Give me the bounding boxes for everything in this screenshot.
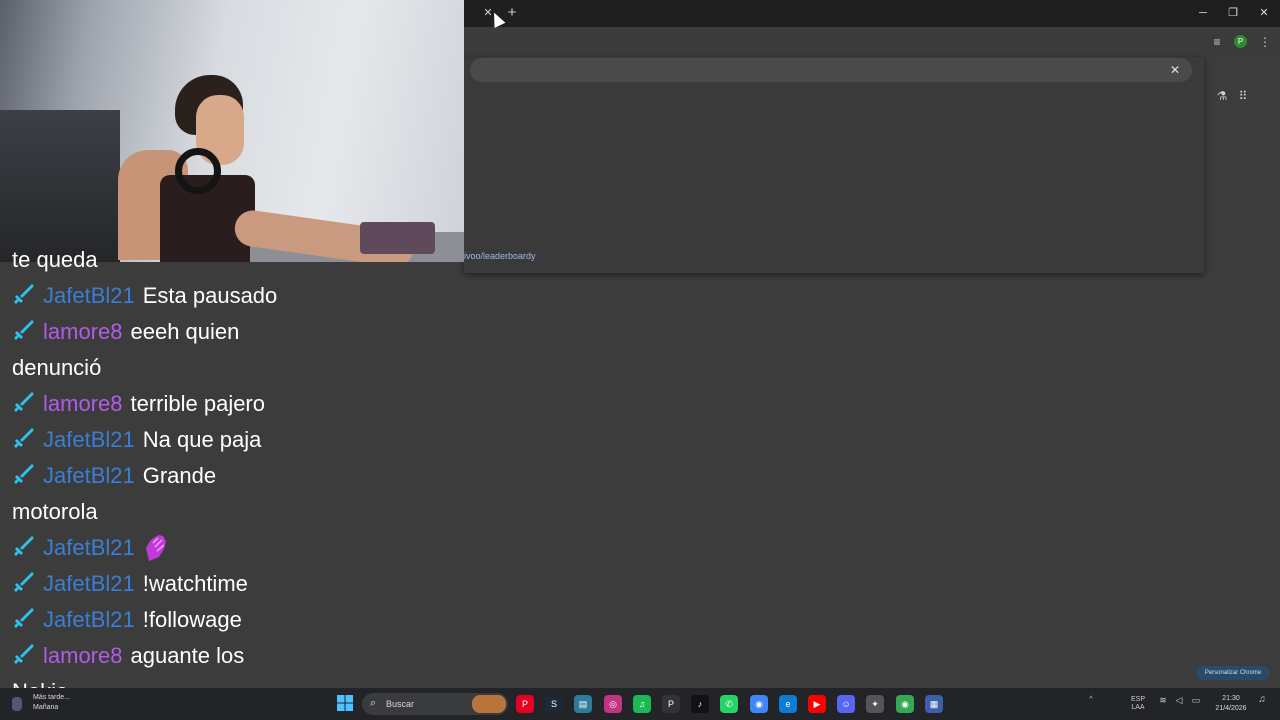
chat-message-text: aguante los xyxy=(130,643,245,668)
whatsapp-icon[interactable]: ✆ xyxy=(720,695,738,713)
battery-icon[interactable]: ▭ xyxy=(1190,696,1202,705)
webcam-keyboard xyxy=(360,222,435,254)
sword-badge-icon xyxy=(14,572,34,592)
chat-username[interactable]: JafetBl21 xyxy=(43,463,135,488)
chat-username[interactable]: JafetBl21 xyxy=(43,535,135,560)
chat-message: JafetBl21 !followage xyxy=(12,602,342,638)
chat-username[interactable]: JafetBl21 xyxy=(43,427,135,452)
suggestion-url[interactable]: ivoo/leaderboardy xyxy=(464,251,536,261)
sword-badge-icon xyxy=(14,320,34,340)
chat-username[interactable]: lamore8 xyxy=(43,391,122,416)
chat-message: JafetBl21 Na que paja xyxy=(12,422,342,458)
chat-message: JafetBl21 xyxy=(12,530,342,566)
apps-grid-icon[interactable]: ⠿ xyxy=(1237,89,1249,103)
tray-overflow-icon[interactable]: ^ xyxy=(1086,696,1096,704)
chat-message-text: terrible pajero xyxy=(130,391,265,416)
search-icon: ⌕ xyxy=(370,697,377,709)
instagram-icon[interactable]: ◎ xyxy=(604,695,622,713)
discord-icon[interactable]: ☺ xyxy=(837,695,855,713)
edge-icon[interactable]: e xyxy=(779,695,797,713)
chat-message-text: !followage xyxy=(142,607,242,632)
volume-icon[interactable]: ◁ xyxy=(1174,696,1184,705)
sword-badge-icon xyxy=(14,644,34,664)
profile-avatar[interactable]: P xyxy=(1234,35,1247,48)
sword-badge-icon xyxy=(14,536,34,556)
spotify-icon[interactable]: ♫ xyxy=(633,695,651,713)
clock-date: 21/4/2026 xyxy=(1215,705,1247,712)
sword-badge-icon xyxy=(14,392,34,412)
pinterest-icon[interactable]: P xyxy=(516,695,534,713)
taskbar-search-placeholder[interactable]: Buscar xyxy=(386,697,414,711)
tiktok-icon[interactable]: ♪ xyxy=(691,695,709,713)
keyboard-layout: LAA xyxy=(1131,704,1145,711)
sword-badge-icon xyxy=(14,608,34,628)
app-icon[interactable]: ▦ xyxy=(925,695,943,713)
customize-chrome-button[interactable]: Personalizar Chrome xyxy=(1196,666,1270,680)
chrome-alt-icon[interactable]: ◉ xyxy=(896,695,914,713)
maximize-button[interactable]: ❐ xyxy=(1223,6,1243,20)
taskbar-clock[interactable]: 21:30 21/4/2026 xyxy=(1208,694,1254,714)
chat-username[interactable]: JafetBl21 xyxy=(43,283,135,308)
chat-message-text: Grande xyxy=(142,463,217,488)
youtube-icon[interactable]: ▶ xyxy=(808,695,826,713)
sword-badge-icon xyxy=(14,464,34,484)
search-highlight-image xyxy=(472,695,506,713)
chat-message: JafetBl21 !watchtime xyxy=(12,566,342,602)
chat-message-continuation: motorola xyxy=(12,494,342,530)
weather-text[interactable]: Más tarde... xyxy=(33,694,70,701)
chat-message: lamore8 terrible pajero xyxy=(12,386,342,422)
chat-username[interactable]: lamore8 xyxy=(43,319,122,344)
menu-kebab-icon[interactable]: ⋮ xyxy=(1259,35,1271,49)
chat-message: JafetBl21 Grande xyxy=(12,458,342,494)
sword-badge-icon xyxy=(14,284,34,304)
address-bar[interactable] xyxy=(470,58,1192,82)
chat-message: JafetBl21 Esta pausado xyxy=(12,278,342,314)
chat-username[interactable]: JafetBl21 xyxy=(43,571,135,596)
chat-message-text: !watchtime xyxy=(142,571,248,596)
chat-message-continuation: Nokia xyxy=(12,674,342,688)
omnibox-dropdown-panel xyxy=(464,57,1204,273)
game-icon[interactable]: ✦ xyxy=(866,695,884,713)
clock-time: 21:30 xyxy=(1222,695,1240,702)
chat-message: lamore8 aguante los xyxy=(12,638,342,674)
labs-flask-icon[interactable]: ⚗ xyxy=(1216,89,1228,103)
files-icon[interactable]: ▤ xyxy=(574,695,592,713)
sword-badge-icon xyxy=(14,428,34,448)
weather-subtext[interactable]: Mañana xyxy=(33,704,58,711)
chat-username[interactable]: JafetBl21 xyxy=(43,607,135,632)
chat-truncated-line: te queda xyxy=(12,242,342,278)
picsart-icon[interactable]: P xyxy=(662,695,680,713)
chat-message-text: eeeh quien xyxy=(130,319,240,344)
chat-message-text: Na que paja xyxy=(142,427,262,452)
media-controls-icon[interactable]: ≡ xyxy=(1210,35,1224,49)
webcam-overlay xyxy=(0,0,464,262)
minimize-button[interactable]: ─ xyxy=(1193,6,1213,20)
language-indicator[interactable]: ESP LAA xyxy=(1128,696,1148,712)
chat-message: lamore8 eeeh quien xyxy=(12,314,342,350)
chat-message-text: denunció xyxy=(12,355,102,380)
webcam-headphones xyxy=(175,148,221,194)
close-window-button[interactable]: ✕ xyxy=(1254,6,1274,20)
chat-username[interactable]: lamore8 xyxy=(43,643,122,668)
purple-hand-emote xyxy=(145,535,166,561)
chat-message-text: Nokia xyxy=(12,679,68,688)
notifications-bell-icon[interactable]: ♫ xyxy=(1256,695,1268,705)
language-code: ESP xyxy=(1130,696,1145,703)
chat-message-text: Esta pausado xyxy=(142,283,278,308)
chat-message-text: te queda xyxy=(12,247,98,272)
chat-overlay: te queda JafetBl21 Esta pausado lamore8 eee… xyxy=(12,240,342,688)
wifi-icon[interactable]: ≋ xyxy=(1158,696,1168,705)
chat-message-text: motorola xyxy=(12,499,98,524)
chat-message-continuation: denunció xyxy=(12,350,342,386)
weather-icon[interactable] xyxy=(12,697,22,711)
new-tab-button[interactable]: + xyxy=(504,5,520,21)
steam-icon[interactable]: S xyxy=(545,695,563,713)
windows-start-icon[interactable] xyxy=(337,695,353,711)
chrome-icon[interactable]: ◉ xyxy=(750,695,768,713)
omnibox-close-icon[interactable]: ✕ xyxy=(1168,62,1182,78)
